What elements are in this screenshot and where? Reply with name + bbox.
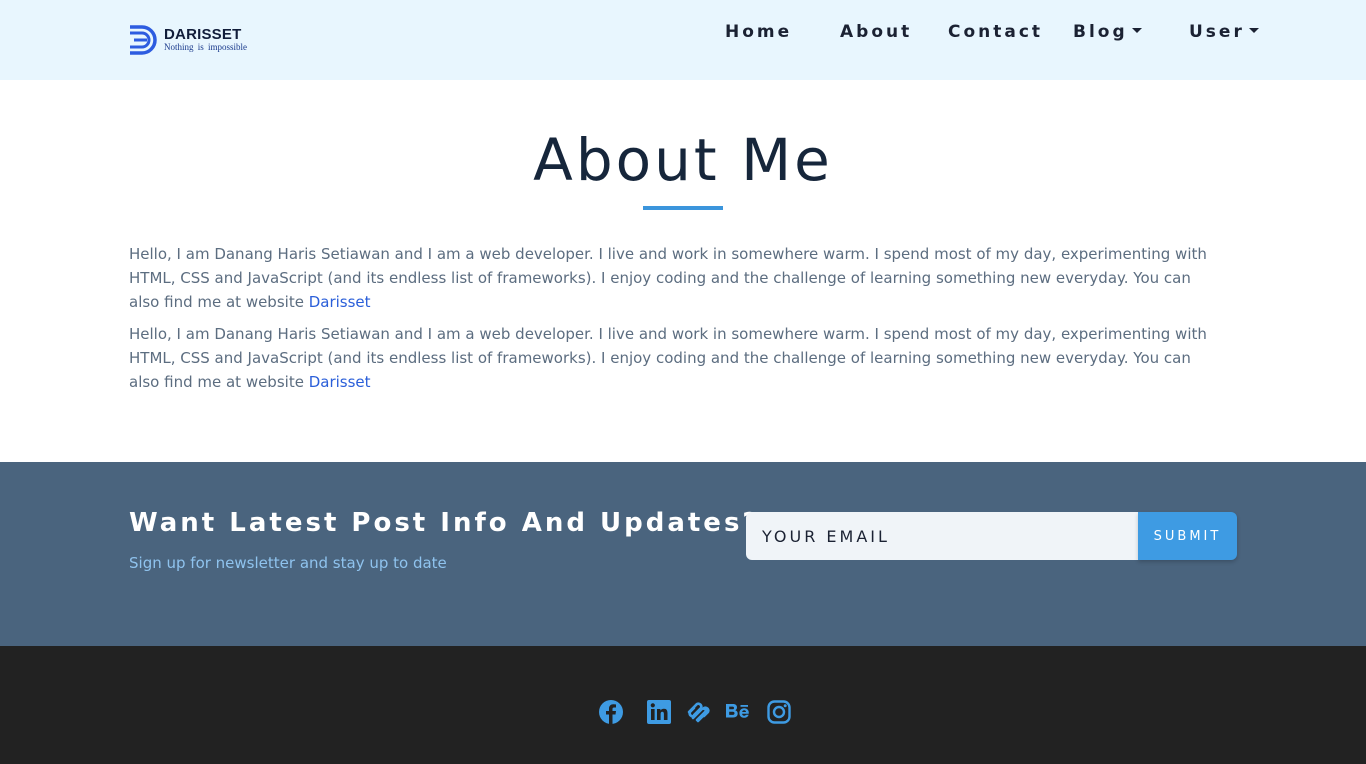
- caret-down-icon: [1131, 28, 1142, 33]
- submit-button[interactable]: SUBMIT: [1138, 512, 1237, 560]
- navbar: DARISSET Nothing is impossible Home Abou…: [0, 0, 1366, 80]
- linkedin-icon[interactable]: [646, 699, 672, 725]
- about-paragraph-text: Hello, I am Danang Haris Setiawan and I …: [129, 245, 1207, 311]
- nav-user-label: User: [1189, 22, 1245, 42]
- about-paragraph: Hello, I am Danang Haris Setiawan and I …: [129, 242, 1219, 314]
- nav-contact[interactable]: Contact: [948, 20, 1043, 44]
- page-title: About Me: [533, 126, 833, 194]
- squarespace-icon[interactable]: [686, 699, 712, 725]
- behance-icon[interactable]: [725, 699, 751, 725]
- facebook-icon[interactable]: [598, 699, 624, 725]
- instagram-icon[interactable]: [766, 699, 792, 725]
- nav-blog-label: Blog: [1073, 22, 1128, 42]
- nav-user-dropdown[interactable]: User: [1189, 20, 1259, 44]
- darisset-link[interactable]: Darisset: [309, 373, 371, 391]
- nav-about[interactable]: About: [840, 20, 912, 44]
- about-paragraph: Hello, I am Danang Haris Setiawan and I …: [129, 322, 1219, 394]
- nav-home[interactable]: Home: [725, 20, 792, 44]
- newsletter-title: Want Latest Post Info And Updates?: [129, 508, 761, 538]
- footer: [0, 646, 1366, 764]
- darisset-logo-icon: [130, 25, 157, 55]
- brand-logo[interactable]: DARISSET Nothing is impossible: [128, 24, 268, 56]
- about-paragraph-text: Hello, I am Danang Haris Setiawan and I …: [129, 325, 1207, 391]
- brand-name: DARISSET: [164, 26, 242, 43]
- caret-down-icon: [1248, 28, 1259, 33]
- newsletter-section: Want Latest Post Info And Updates? Sign …: [0, 462, 1366, 646]
- title-underline: [643, 206, 723, 210]
- darisset-link[interactable]: Darisset: [309, 293, 371, 311]
- newsletter-subtitle: Sign up for newsletter and stay up to da…: [129, 554, 447, 572]
- email-input[interactable]: [746, 512, 1138, 560]
- nav-blog-dropdown[interactable]: Blog: [1073, 20, 1142, 44]
- brand-tagline: Nothing is impossible: [164, 42, 248, 52]
